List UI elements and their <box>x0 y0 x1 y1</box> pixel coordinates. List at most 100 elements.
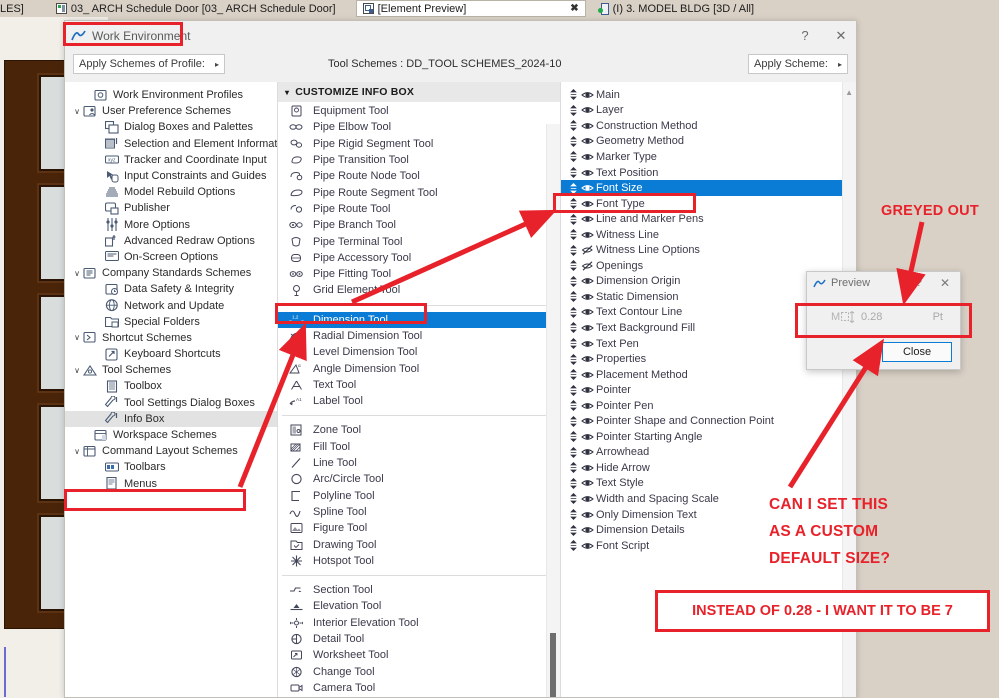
property-row[interactable]: Main <box>561 87 856 103</box>
tab-model-bldg-3d[interactable]: (I) 3. MODEL BLDG [3D / All] <box>591 0 761 17</box>
tool-list-item[interactable]: Text Tool <box>278 377 560 393</box>
scroll-up-icon[interactable]: ▲ <box>845 88 853 97</box>
drag-handle-icon[interactable] <box>568 151 578 163</box>
drag-handle-icon[interactable] <box>568 135 578 147</box>
tree-item-toolbars[interactable]: Toolbars <box>65 459 277 475</box>
eye-visible-icon[interactable] <box>578 478 596 488</box>
close-icon[interactable]: ✕ <box>940 276 950 290</box>
drag-handle-icon[interactable] <box>568 353 578 365</box>
apply-schemes-of-profile-dropdown[interactable]: Apply Schemes of Profile: ▸ <box>73 54 225 74</box>
tool-list-item[interactable]: Spline Tool <box>278 504 560 520</box>
eye-visible-icon[interactable] <box>578 230 596 240</box>
property-row[interactable]: Font Size <box>561 180 856 196</box>
eye-hidden-icon[interactable] <box>578 261 596 271</box>
drag-handle-icon[interactable] <box>568 89 578 101</box>
drag-handle-icon[interactable] <box>568 244 578 256</box>
eye-visible-icon[interactable] <box>578 152 596 162</box>
eye-visible-icon[interactable] <box>578 494 596 504</box>
tree-item-tool-settings-dialog-boxes[interactable]: Tool Settings Dialog Boxes <box>65 395 277 411</box>
eye-visible-icon[interactable] <box>578 199 596 209</box>
eye-visible-icon[interactable] <box>578 323 596 333</box>
tool-list-item[interactable]: Pipe Route Node Tool <box>278 168 560 184</box>
tool-list-item[interactable]: Hotspot Tool <box>278 553 560 569</box>
tool-list-item[interactable]: Pipe Elbow Tool <box>278 119 560 135</box>
property-row[interactable]: Geometry Method <box>561 134 856 150</box>
tree-item-publisher[interactable]: Publisher <box>65 200 277 216</box>
tool-list-item[interactable]: Camera Tool <box>278 680 560 696</box>
tool-list-item[interactable]: Grid Element Tool <box>278 282 560 298</box>
property-row[interactable]: Layer <box>561 103 856 119</box>
tab-les[interactable]: LES] <box>0 0 30 17</box>
tree-item-more-options[interactable]: More Options <box>65 217 277 233</box>
eye-visible-icon[interactable] <box>578 276 596 286</box>
property-row[interactable]: Text Style <box>561 476 856 492</box>
eye-visible-icon[interactable] <box>578 136 596 146</box>
drag-handle-icon[interactable] <box>568 322 578 334</box>
tool-list-item[interactable]: Section Tool <box>278 582 560 598</box>
eye-visible-icon[interactable] <box>578 292 596 302</box>
tool-list-item[interactable]: Pipe Fitting Tool <box>278 266 560 282</box>
tree-item-special-folders[interactable]: Special Folders <box>65 314 277 330</box>
tool-list-item[interactable]: Elevation Tool <box>278 598 560 614</box>
eye-visible-icon[interactable] <box>578 105 596 115</box>
eye-hidden-icon[interactable] <box>578 245 596 255</box>
tree-item-workspace-schemes[interactable]: Workspace Schemes <box>65 427 277 443</box>
eye-visible-icon[interactable] <box>578 416 596 426</box>
drag-handle-icon[interactable] <box>568 182 578 194</box>
tool-list-item[interactable]: 1,2 Level Dimension Tool <box>278 344 560 360</box>
eye-visible-icon[interactable] <box>578 339 596 349</box>
close-icon[interactable]: ✕ <box>834 28 848 44</box>
chevron-down-icon[interactable]: ∨ <box>71 366 83 375</box>
drag-handle-icon[interactable] <box>568 462 578 474</box>
eye-visible-icon[interactable] <box>578 510 596 520</box>
tool-list-item[interactable]: 1,2 Radial Dimension Tool <box>278 328 560 344</box>
drag-handle-icon[interactable] <box>568 167 578 178</box>
tree-item-tool-schemes[interactable]: ∨ Tool Schemes <box>65 362 277 378</box>
tool-list-item[interactable]: Zone Tool <box>278 422 560 438</box>
tool-list-item[interactable]: Change Tool <box>278 664 560 680</box>
eye-visible-icon[interactable] <box>578 385 596 395</box>
tool-list-item[interactable]: Arc/Circle Tool <box>278 471 560 487</box>
tool-list-scrollbar-track[interactable] <box>546 124 560 697</box>
tool-list-item[interactable]: α Angle Dimension Tool <box>278 360 560 376</box>
eye-visible-icon[interactable] <box>578 90 596 100</box>
tool-list-item[interactable]: Line Tool <box>278 455 560 471</box>
tree-item-company-standards-schemes[interactable]: ∨ Company Standards Schemes <box>65 265 277 281</box>
eye-visible-icon[interactable] <box>578 463 596 473</box>
eye-visible-icon[interactable] <box>578 214 596 224</box>
property-row[interactable]: Hide Arrow <box>561 460 856 476</box>
property-row[interactable]: Pointer Shape and Connection Point <box>561 413 856 429</box>
tree-item-user-preference-schemes[interactable]: ∨ User Preference Schemes <box>65 103 277 119</box>
tree-item-command-layout-schemes[interactable]: ∨ Command Layout Schemes <box>65 443 277 459</box>
tool-list-item[interactable]: Pipe Terminal Tool <box>278 233 560 249</box>
drag-handle-icon[interactable] <box>568 540 578 552</box>
drag-handle-icon[interactable] <box>568 509 578 521</box>
tool-list-item[interactable]: Pipe Rigid Segment Tool <box>278 136 560 152</box>
tree-item-data-safety-integrity[interactable]: Data Safety & Integrity <box>65 281 277 297</box>
tree-item-work-environment-profiles[interactable]: Work Environment Profiles <box>65 87 277 103</box>
tree-item-network-and-update[interactable]: Network and Update <box>65 297 277 313</box>
tool-list-item[interactable]: Figure Tool <box>278 520 560 536</box>
drag-handle-icon[interactable] <box>568 229 578 241</box>
drag-handle-icon[interactable] <box>568 369 578 381</box>
property-row[interactable]: Pointer Starting Angle <box>561 429 856 445</box>
tool-list-item[interactable]: Pipe Transition Tool <box>278 152 560 168</box>
drag-handle-icon[interactable] <box>568 493 578 505</box>
drag-handle-icon[interactable] <box>568 306 578 318</box>
property-row[interactable]: Text Position <box>561 165 856 181</box>
tree-item-advanced-redraw-options[interactable]: Advanced Redraw Options <box>65 233 277 249</box>
tool-list-item[interactable]: Pipe Accessory Tool <box>278 250 560 266</box>
drag-handle-icon[interactable] <box>568 120 578 132</box>
tree-item-dialog-boxes-and-palettes[interactable]: Dialog Boxes and Palettes <box>65 119 277 135</box>
tree-item-keyboard-shortcuts[interactable]: Keyboard Shortcuts <box>65 346 277 362</box>
drag-handle-icon[interactable] <box>568 275 578 287</box>
font-size-field[interactable]: M 0.28 Pt <box>817 306 953 328</box>
tool-list-scrollbar-thumb[interactable] <box>550 633 556 697</box>
drag-handle-icon[interactable] <box>568 400 578 412</box>
property-row[interactable]: Witness Line Options <box>561 242 856 258</box>
tree-item-menus[interactable]: Menus <box>65 476 277 492</box>
property-row[interactable]: Construction Method <box>561 118 856 134</box>
tree-item-shortcut-schemes[interactable]: ∨ Shortcut Schemes <box>65 330 277 346</box>
property-row[interactable]: Arrowhead <box>561 445 856 461</box>
eye-visible-icon[interactable] <box>578 541 596 551</box>
